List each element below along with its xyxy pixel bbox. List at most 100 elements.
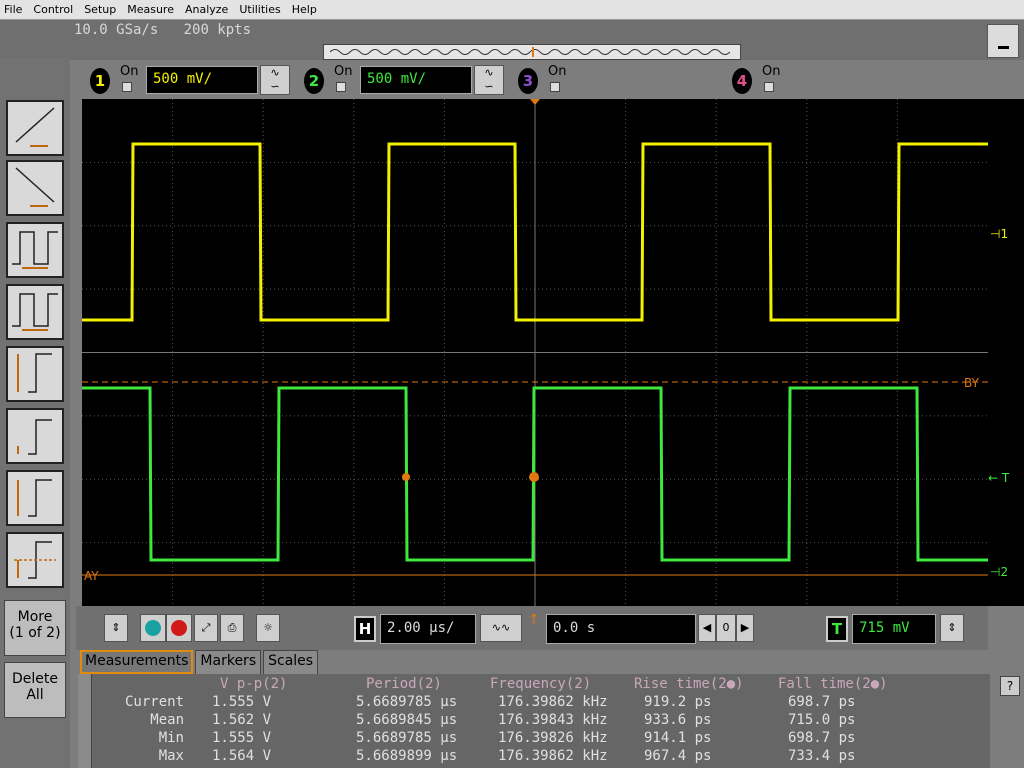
print-button[interactable]: ⎙	[220, 614, 244, 642]
channel-1-on-label: On	[120, 64, 139, 79]
run-icon	[145, 620, 161, 636]
channel-1-ground-marker[interactable]: ⊣1	[990, 227, 1008, 241]
waveform-overview[interactable]	[323, 44, 741, 60]
channel-2-coupling-button[interactable]: ∿ ∽	[474, 65, 504, 95]
channel-1-marker-label: 1	[1000, 227, 1009, 241]
delay-zero-button[interactable]: 0	[716, 614, 736, 642]
rising-edge-icon	[15, 107, 55, 147]
waveform-display[interactable]: BY AY	[82, 99, 988, 606]
channel-1-number[interactable]: 1	[90, 68, 110, 94]
channel-4-number[interactable]: 4	[732, 68, 752, 94]
record-length: 200 kpts	[183, 22, 252, 38]
measurements-scrollbar[interactable]	[78, 674, 92, 768]
channel-2-scale[interactable]: 500 mV/	[360, 66, 472, 94]
sample-rate: 10.0 GSa/s	[74, 22, 159, 38]
min-vpp: 1.555 V	[212, 730, 272, 746]
delete-all-label: Delete All	[12, 671, 58, 703]
brightness-button[interactable]: ☼	[256, 614, 280, 642]
rising-edge-measure-button[interactable]	[6, 100, 64, 156]
period-icon	[12, 231, 58, 269]
current-vpp: 1.555 V	[212, 694, 272, 710]
channel-3-on-label: On	[548, 64, 567, 79]
channel-1-scale[interactable]: 500 mV/	[146, 66, 258, 94]
current-period: 5.6689785 μs	[356, 694, 458, 710]
menu-help[interactable]: Help	[292, 3, 317, 16]
max-period: 5.6689899 μs	[356, 748, 458, 764]
channel-1-on-checkbox[interactable]	[122, 82, 132, 92]
vpp-icon	[17, 353, 52, 393]
frequency-icon	[12, 293, 58, 331]
vamplitude-measure-button[interactable]	[6, 470, 64, 526]
horizontal-delay-field[interactable]: 0.0 s	[546, 614, 696, 644]
min-rise-time: 914.1 ps	[644, 730, 712, 746]
channel-row: 1 On 500 mV/ ∿ ∽ 2 On 500 mV/ ∿ ∽ 3 On 4 O…	[76, 62, 988, 98]
channel-2-on-label: On	[334, 64, 353, 79]
marker-a-point[interactable]	[402, 473, 410, 481]
channel-3-number[interactable]: 3	[518, 68, 538, 94]
timebase-scale-field[interactable]: 2.00 μs/	[380, 614, 476, 644]
mean-frequency: 176.39843 kHz	[498, 712, 608, 728]
vavg-measure-button[interactable]	[6, 532, 64, 588]
channel-2-number[interactable]: 2	[304, 68, 324, 94]
vtop-measure-button[interactable]	[6, 408, 64, 464]
channel-1-coupling-button[interactable]: ∿ ∽	[260, 65, 290, 95]
more-button[interactable]: More (1 of 2)	[4, 600, 66, 656]
menu-control[interactable]: Control	[33, 3, 73, 16]
timebase-fine-button[interactable]: ∿∿	[480, 614, 522, 642]
horizontal-h-button[interactable]: H	[354, 616, 376, 642]
channel-2-on-checkbox[interactable]	[336, 82, 346, 92]
period-measure-button[interactable]	[6, 222, 64, 278]
vpp-measure-button[interactable]	[6, 346, 64, 402]
vtop-icon	[17, 419, 52, 455]
menu-measure[interactable]: Measure	[127, 3, 174, 16]
channel-2-marker-label: 2	[1000, 565, 1009, 579]
header-frequency: Frequency(2)	[490, 676, 592, 692]
max-frequency: 176.39862 kHz	[498, 748, 608, 764]
single-button[interactable]: ⤢	[194, 614, 218, 642]
header-rise-time: Rise time(2●)	[634, 676, 744, 692]
trigger-level-stepper[interactable]: ⇕	[940, 614, 964, 642]
menu-bar: File Control Setup Measure Analyze Utili…	[0, 0, 1024, 20]
trigger-level-field[interactable]: 715 mV	[852, 614, 936, 644]
trigger-marker-label: T	[1001, 471, 1010, 485]
help-button[interactable]: ?	[1000, 676, 1020, 696]
marker-by-label: BY	[964, 376, 980, 390]
menu-setup[interactable]: Setup	[84, 3, 116, 16]
waveform-graticule: BY AY	[82, 99, 988, 606]
channel-3-on-checkbox[interactable]	[550, 82, 560, 92]
delay-marker-icon: ↑	[528, 612, 540, 628]
falling-edge-icon	[15, 167, 55, 207]
trigger-level-marker[interactable]: ← T	[988, 471, 1009, 485]
scroll-up-down-button[interactable]: ⇕	[104, 614, 128, 642]
marker-b-point[interactable]	[529, 472, 539, 482]
trigger-position-marker[interactable]	[530, 99, 540, 105]
row-label-current: Current	[124, 694, 184, 710]
header-fall-time: Fall time(2●)	[778, 676, 888, 692]
vavg-icon	[14, 541, 56, 579]
row-label-max: Max	[158, 748, 184, 764]
run-button[interactable]	[140, 614, 166, 642]
tab-scales[interactable]: Scales	[263, 650, 319, 674]
menu-utilities[interactable]: Utilities	[239, 3, 280, 16]
delay-right-button[interactable]: ▶	[736, 614, 754, 642]
menu-file[interactable]: File	[4, 3, 22, 16]
tab-measurements[interactable]: Measurements	[80, 650, 194, 674]
trigger-t-button[interactable]: T	[826, 616, 848, 642]
delay-left-button[interactable]: ◀	[698, 614, 716, 642]
delete-all-button[interactable]: Delete All	[4, 662, 66, 718]
vamplitude-icon	[17, 479, 52, 517]
min-frequency: 176.39826 kHz	[498, 730, 608, 746]
row-label-min: Min	[158, 730, 184, 746]
minimize-button[interactable]	[987, 24, 1019, 58]
stop-button[interactable]	[166, 614, 192, 642]
mean-vpp: 1.562 V	[212, 712, 272, 728]
channel-4-on-label: On	[762, 64, 781, 79]
menu-analyze[interactable]: Analyze	[185, 3, 228, 16]
channel-4-on-checkbox[interactable]	[764, 82, 774, 92]
frequency-measure-button[interactable]	[6, 284, 64, 340]
tab-markers[interactable]: Markers	[195, 650, 262, 674]
falling-edge-measure-button[interactable]	[6, 160, 64, 216]
min-fall-time: 698.7 ps	[788, 730, 856, 746]
channel-2-ground-marker[interactable]: ⊣2	[990, 565, 1008, 579]
mean-rise-time: 933.6 ps	[644, 712, 712, 728]
